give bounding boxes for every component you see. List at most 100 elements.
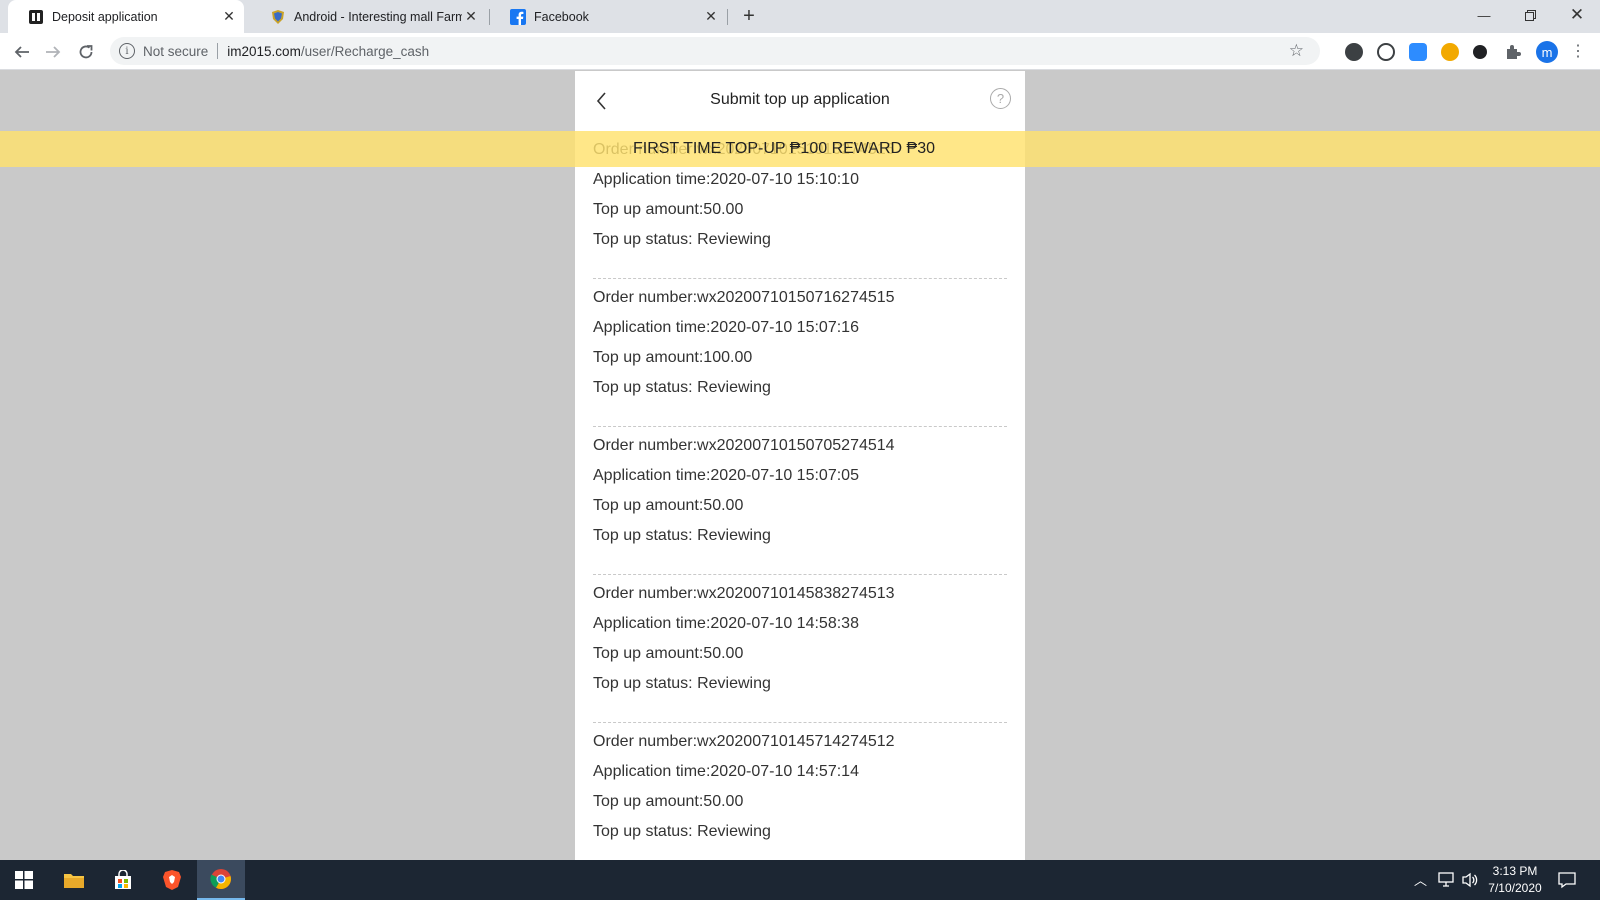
application-time-value: 2020-07-10 15:07:16	[710, 319, 859, 336]
page-header: Submit top up application ?	[575, 71, 1025, 129]
tab-close-icon[interactable]: ✕	[702, 8, 720, 26]
application-time-row: Application time:2020-07-10 15:07:05	[593, 461, 1007, 491]
amount-label: Top up amount:	[593, 201, 704, 218]
extension-globe-icon[interactable]	[1345, 43, 1363, 61]
order-number-row: Order number:wx20200710150705274514	[593, 431, 1007, 461]
tray-chevron-icon[interactable]: ︿	[1414, 870, 1427, 889]
address-bar[interactable]: i Not secure im2015.com/user/Recharge_ca…	[110, 37, 1320, 65]
status-row: Top up status: Reviewing	[593, 373, 1007, 403]
status-row: Top up status: Reviewing	[593, 521, 1007, 551]
application-time-value: 2020-07-10 15:07:05	[710, 467, 859, 484]
application-time-row: Application time:2020-07-10 15:10:10	[593, 165, 1007, 195]
status-value: Reviewing	[697, 675, 771, 692]
status-row: Top up status: Reviewing	[593, 225, 1007, 255]
amount-label: Top up amount:	[593, 349, 704, 366]
menu-kebab-icon[interactable]: ⋮	[1570, 43, 1586, 61]
network-icon[interactable]	[1438, 872, 1456, 891]
help-icon[interactable]: ?	[990, 88, 1011, 109]
security-label: Not secure	[143, 43, 209, 59]
order-item: Order number:wx20200710150716274515 Appl…	[593, 279, 1007, 427]
order-list: Order number:wx20200710151010274516 Appl…	[593, 131, 1007, 860]
promo-banner-text: FIRST TIME TOP-UP ₱100 REWARD ₱30	[632, 140, 935, 157]
divider	[217, 43, 219, 59]
application-time-label: Application time:	[593, 319, 711, 336]
order-item: Order number:wx20200710145714274512 Appl…	[593, 723, 1007, 860]
status-label: Top up status:	[593, 527, 698, 544]
facebook-icon	[510, 8, 526, 25]
status-value: Reviewing	[697, 379, 771, 396]
clock-date: 7/10/2020	[1488, 881, 1542, 895]
brave-browser-icon[interactable]	[148, 860, 196, 900]
application-time-label: Application time:	[593, 467, 711, 484]
status-label: Top up status:	[593, 231, 698, 248]
application-time-label: Application time:	[593, 763, 711, 780]
bookmark-star-icon[interactable]: ☆	[1289, 41, 1304, 61]
tab-separator	[727, 9, 728, 25]
promo-banner[interactable]: FIRST TIME TOP-UP ₱100 REWARD ₱30	[0, 131, 1600, 167]
application-time-row: Application time:2020-07-10 14:58:38	[593, 609, 1007, 639]
system-clock[interactable]: 3:13 PM 7/10/2020	[1470, 863, 1560, 897]
status-label: Top up status:	[593, 823, 698, 840]
status-value: Reviewing	[697, 527, 771, 544]
order-item: Order number:wx20200710145838274513 Appl…	[593, 575, 1007, 723]
amount-value: 50.00	[703, 645, 744, 662]
chrome-taskbar-icon[interactable]	[197, 860, 245, 900]
application-time-label: Application time:	[593, 171, 711, 188]
extension-zoom-icon[interactable]	[1409, 43, 1427, 61]
store-icon[interactable]	[99, 860, 147, 900]
tab-facebook[interactable]: Facebook ✕	[490, 0, 726, 33]
browser-toolbar: i Not secure im2015.com/user/Recharge_ca…	[0, 33, 1600, 70]
amount-label: Top up amount:	[593, 645, 704, 662]
amount-label: Top up amount:	[593, 497, 704, 514]
windows-start-icon[interactable]	[0, 860, 48, 900]
status-label: Top up status:	[593, 675, 698, 692]
status-row: Top up status: Reviewing	[593, 669, 1007, 699]
amount-row: Top up amount:50.00	[593, 787, 1007, 817]
app-favicon-icon	[28, 9, 44, 25]
mobile-page: Submit top up application ? Order number…	[575, 71, 1025, 860]
profile-avatar[interactable]: m	[1536, 41, 1558, 63]
amount-value: 50.00	[703, 497, 744, 514]
order-number-label: Order number:	[593, 585, 698, 602]
amount-value: 50.00	[703, 201, 744, 218]
order-number-row: Order number:wx20200710150716274515	[593, 283, 1007, 313]
close-window-icon[interactable]: ✕	[1554, 0, 1600, 30]
reload-icon[interactable]	[73, 39, 99, 65]
tab-strip: Deposit application ✕ Android - Interest…	[0, 0, 1600, 33]
order-number-value: wx20200710150705274514	[697, 437, 895, 454]
taskbar: ︿ 3:13 PM 7/10/2020	[0, 860, 1600, 900]
shield-favicon-icon	[270, 9, 286, 25]
page-title: Submit top up application	[710, 91, 890, 108]
extension-dot-icon[interactable]	[1473, 45, 1487, 59]
order-number-label: Order number:	[593, 733, 698, 750]
order-number-row: Order number:wx20200710145714274512	[593, 727, 1007, 757]
amount-row: Top up amount:50.00	[593, 639, 1007, 669]
restore-icon[interactable]	[1507, 0, 1553, 30]
application-time-value: 2020-07-10 14:58:38	[710, 615, 859, 632]
info-icon[interactable]: i	[119, 43, 135, 59]
tab-android-mall[interactable]: Android - Interesting mall Farmin ✕	[250, 0, 486, 33]
amount-value: 50.00	[703, 793, 744, 810]
tab-title: Facebook	[534, 9, 589, 24]
amount-value: 100.00	[703, 349, 753, 366]
minimize-icon[interactable]: —	[1461, 0, 1507, 30]
file-explorer-icon[interactable]	[50, 860, 98, 900]
amount-label: Top up amount:	[593, 793, 704, 810]
extension-speed-icon[interactable]	[1377, 43, 1395, 61]
new-tab-icon[interactable]: +	[738, 5, 760, 27]
notification-icon[interactable]	[1558, 871, 1576, 892]
tab-close-icon[interactable]: ✕	[462, 8, 480, 26]
back-icon[interactable]	[9, 39, 35, 65]
tab-title: Android - Interesting mall Farmin	[294, 9, 462, 24]
order-number-value: wx20200710145714274512	[697, 733, 895, 750]
application-time-value: 2020-07-10 15:10:10	[710, 171, 859, 188]
forward-icon[interactable]	[40, 39, 66, 65]
clock-time: 3:13 PM	[1492, 864, 1538, 878]
amount-row: Top up amount:50.00	[593, 491, 1007, 521]
extensions-puzzle-icon[interactable]	[1504, 43, 1522, 61]
tab-deposit-application[interactable]: Deposit application ✕	[8, 0, 244, 33]
status-value: Reviewing	[697, 823, 771, 840]
order-number-label: Order number:	[593, 289, 698, 306]
extension-coin-icon[interactable]	[1441, 43, 1459, 61]
tab-close-icon[interactable]: ✕	[220, 8, 238, 26]
